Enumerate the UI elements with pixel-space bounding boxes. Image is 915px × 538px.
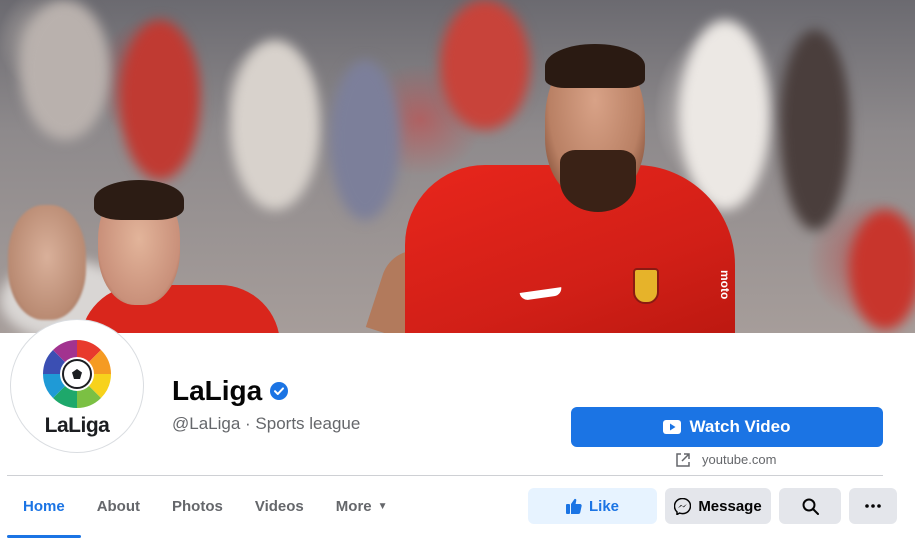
tab-label: More (335, 497, 372, 515)
page-actions: Like Message (528, 488, 897, 524)
like-button[interactable]: Like (528, 488, 657, 524)
crowd-figure (680, 20, 770, 210)
tab-more[interactable]: More ▼ (320, 476, 404, 536)
page-name-text: LaLiga (172, 375, 263, 406)
player-background-head (8, 205, 86, 320)
caret-down-icon: ▼ (377, 500, 388, 512)
cover-photo[interactable]: moto (0, 0, 915, 333)
watch-video-button[interactable]: Watch Video (571, 407, 883, 447)
page-title: LaLiga (172, 375, 289, 407)
tab-photos[interactable]: Photos (156, 476, 239, 536)
laliga-logo-icon (43, 340, 111, 408)
message-label: Message (698, 497, 762, 515)
watch-video-label: Watch Video (689, 417, 791, 436)
verified-badge-icon (270, 382, 289, 400)
tab-videos[interactable]: Videos (239, 476, 320, 536)
logo-wordmark: LaLiga (44, 414, 110, 437)
ellipsis-icon (865, 504, 881, 508)
player-main-hair (545, 44, 645, 88)
tab-label: Home (23, 497, 65, 515)
more-options-button[interactable] (849, 488, 897, 524)
video-play-icon (663, 420, 682, 434)
external-link[interactable]: youtube.com (676, 452, 776, 467)
page-tabs: Home About Photos Videos More ▼ (7, 476, 404, 538)
club-crest (633, 268, 659, 304)
player-left-shirt (80, 285, 280, 333)
crowd-figure (780, 30, 850, 230)
page-handle-category: @LaLiga · Sports league (172, 414, 361, 433)
message-button[interactable]: Message (665, 488, 771, 524)
tab-label: Videos (254, 497, 304, 515)
messenger-icon (674, 497, 692, 515)
search-icon (802, 498, 819, 515)
player-main-beard (560, 150, 636, 212)
crowd-figure (230, 40, 320, 210)
shirt-sponsor-text: moto (718, 270, 732, 300)
tab-about[interactable]: About (81, 476, 156, 536)
like-label: Like (588, 497, 619, 515)
search-page-button[interactable] (779, 488, 841, 524)
profile-picture[interactable]: LaLiga (11, 320, 143, 452)
thumbs-up-icon (565, 498, 582, 514)
player-left-hair (94, 180, 184, 220)
crowd-figure (850, 210, 915, 330)
tab-home[interactable]: Home (7, 476, 81, 538)
tab-label: About (96, 497, 141, 515)
tab-label: Photos (172, 497, 223, 515)
crowd-figure (120, 20, 200, 180)
external-link-icon (676, 452, 690, 467)
external-link-text: youtube.com (702, 452, 777, 467)
crowd-figure (440, 0, 530, 130)
crowd-figure (20, 0, 110, 140)
crowd-figure (330, 60, 400, 220)
